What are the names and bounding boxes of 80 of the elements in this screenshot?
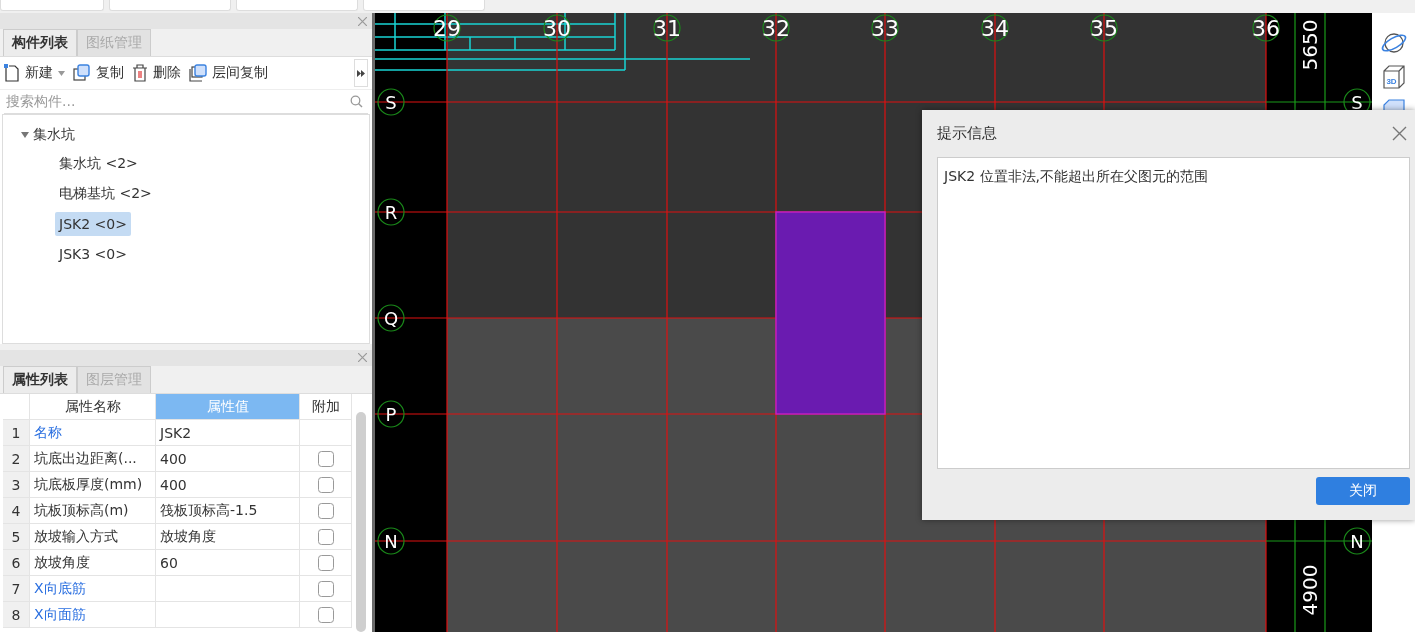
dialog-title: 提示信息 xyxy=(937,124,997,143)
axis-marker: 33 xyxy=(871,14,899,42)
axis-marker: Q xyxy=(377,304,405,332)
property-name: 坑底板厚度(mm) xyxy=(30,472,156,498)
axis-marker: 29 xyxy=(433,14,461,42)
property-value[interactable]: 400 xyxy=(156,446,300,472)
property-value[interactable]: 筏板顶标高-1.5 xyxy=(156,498,300,524)
search-icon xyxy=(350,94,363,108)
row-number: 2 xyxy=(3,446,30,472)
axis-marker: P xyxy=(377,400,405,428)
view-3d-button[interactable]: 3D xyxy=(1379,63,1408,91)
axis-marker: N xyxy=(1343,527,1371,555)
tree-item[interactable]: JSK3 <0> xyxy=(55,241,131,266)
tree-item[interactable]: JSK2 <0> xyxy=(55,211,131,236)
axis-marker: 34 xyxy=(981,14,1009,42)
property-name: 放坡输入方式 xyxy=(30,524,156,550)
tree-item[interactable]: 集水坑 <2> xyxy=(55,150,142,177)
property-value[interactable]: 400 xyxy=(156,472,300,498)
search-field[interactable]: 搜索构件... xyxy=(4,93,350,110)
close-button[interactable]: 关闭 xyxy=(1316,477,1410,505)
property-value[interactable]: JSK2 xyxy=(156,420,300,446)
checkbox[interactable] xyxy=(317,606,334,623)
dropdown-field[interactable] xyxy=(236,0,358,11)
pit-shape[interactable] xyxy=(775,211,886,415)
expand-icon[interactable] xyxy=(21,131,29,138)
axis-marker: 35 xyxy=(1090,14,1118,42)
row-number: 8 xyxy=(3,602,30,628)
row-number: 3 xyxy=(3,472,30,498)
more-button[interactable] xyxy=(354,59,368,88)
copy-icon xyxy=(73,64,91,83)
property-name: 坑板顶标高(m) xyxy=(30,498,156,524)
property-name: X向面筋 xyxy=(30,602,156,628)
row-number: 6 xyxy=(3,550,30,576)
row-number: 4 xyxy=(3,498,30,524)
scrollbar-thumb[interactable] xyxy=(356,412,366,632)
axis-marker: R xyxy=(377,198,405,226)
tree-item[interactable]: 集水坑 xyxy=(33,125,75,144)
close-icon[interactable] xyxy=(1392,126,1407,141)
checkbox[interactable] xyxy=(317,554,334,571)
trash-icon xyxy=(132,64,148,83)
dropdown-field[interactable] xyxy=(0,0,104,11)
close-icon[interactable] xyxy=(358,353,367,363)
checkbox[interactable] xyxy=(317,502,334,519)
tree-item[interactable]: 电梯基坑 <2> xyxy=(55,180,156,207)
panel-tab[interactable]: 构件列表 xyxy=(3,29,77,57)
panel-tab[interactable]: 属性列表 xyxy=(3,366,77,393)
double-arrow-icon xyxy=(357,69,365,77)
property-name: 坑底出边距离(... xyxy=(30,446,156,472)
checkbox[interactable] xyxy=(317,450,334,467)
axis-marker: 36 xyxy=(1252,14,1280,42)
dimension-text: 5650 xyxy=(1298,19,1322,71)
axis-marker: 32 xyxy=(762,14,790,42)
property-name: 名称 xyxy=(30,420,156,446)
row-number: 7 xyxy=(3,576,30,602)
axis-marker: S xyxy=(377,88,405,116)
property-value[interactable]: 60 xyxy=(156,550,300,576)
close-icon[interactable] xyxy=(358,16,367,26)
new-file-icon xyxy=(4,64,20,83)
checkbox[interactable] xyxy=(317,580,334,597)
dimension-text: 4900 xyxy=(1298,564,1322,616)
dropdown-field[interactable] xyxy=(363,0,485,11)
row-number: 1 xyxy=(3,420,30,446)
property-value[interactable]: 放坡角度 xyxy=(156,524,300,550)
dropdown-field[interactable] xyxy=(109,0,231,11)
row-number: 5 xyxy=(3,524,30,550)
toolbar-button[interactable]: 新建 xyxy=(4,64,65,83)
axis-marker: N xyxy=(377,527,405,555)
property-name: X向底筋 xyxy=(30,576,156,602)
column-header: 附加 xyxy=(300,394,352,420)
checkbox[interactable] xyxy=(317,528,334,545)
toolbar-button[interactable]: 复制 xyxy=(73,64,124,83)
property-name: 放坡角度 xyxy=(30,550,156,576)
message-text: JSK2 位置非法,不能超出所在父图元的范围 xyxy=(944,168,1208,184)
axis-marker: 31 xyxy=(653,14,681,42)
toolbar-button[interactable]: 删除 xyxy=(132,64,181,83)
toolbar-button[interactable]: 层间复制 xyxy=(189,64,268,83)
copy-icon xyxy=(189,64,207,83)
column-header: 属性值 xyxy=(156,394,300,420)
checkbox[interactable] xyxy=(317,476,334,493)
caret-icon xyxy=(58,70,65,76)
